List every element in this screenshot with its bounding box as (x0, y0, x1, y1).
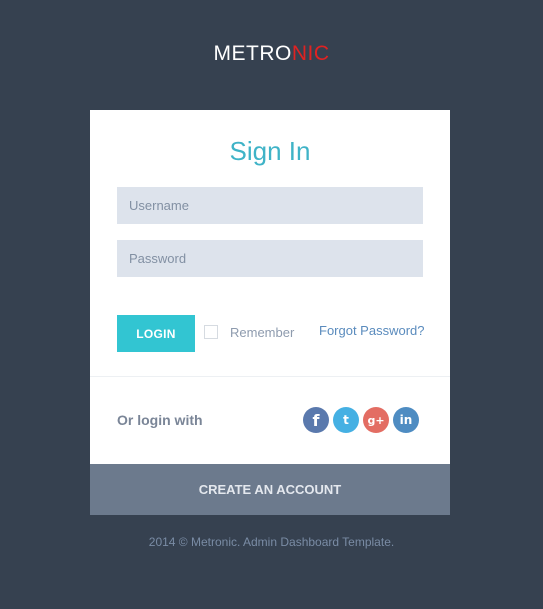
login-card: Sign In LOGIN Remember Forgot Password? … (90, 110, 450, 515)
divider (90, 376, 450, 377)
social-login-label: Or login with (117, 412, 203, 428)
remember-label: Remember (230, 324, 295, 340)
footer-copyright: 2014 © Metronic. Admin Dashboard Templat… (148, 535, 395, 549)
page-title: Sign In (229, 136, 311, 166)
remember-option[interactable]: Remember (204, 323, 294, 341)
logo-part-nic: NIC (291, 42, 330, 65)
google-plus-icon[interactable]: g+ (363, 407, 389, 433)
logo: METRONIC (0, 42, 543, 66)
linkedin-icon[interactable]: in (393, 407, 419, 433)
username-input[interactable] (117, 187, 423, 224)
remember-checkbox[interactable] (204, 325, 218, 339)
login-button[interactable]: LOGIN (117, 315, 195, 352)
logo-part-metro: METRO (213, 42, 292, 65)
password-input[interactable] (117, 240, 423, 277)
forgot-password-link[interactable]: Forgot Password? (319, 323, 425, 338)
twitter-icon[interactable]: t (333, 407, 359, 433)
create-account-button[interactable]: CREATE AN ACCOUNT (90, 464, 450, 515)
facebook-icon[interactable]: f (303, 407, 329, 433)
